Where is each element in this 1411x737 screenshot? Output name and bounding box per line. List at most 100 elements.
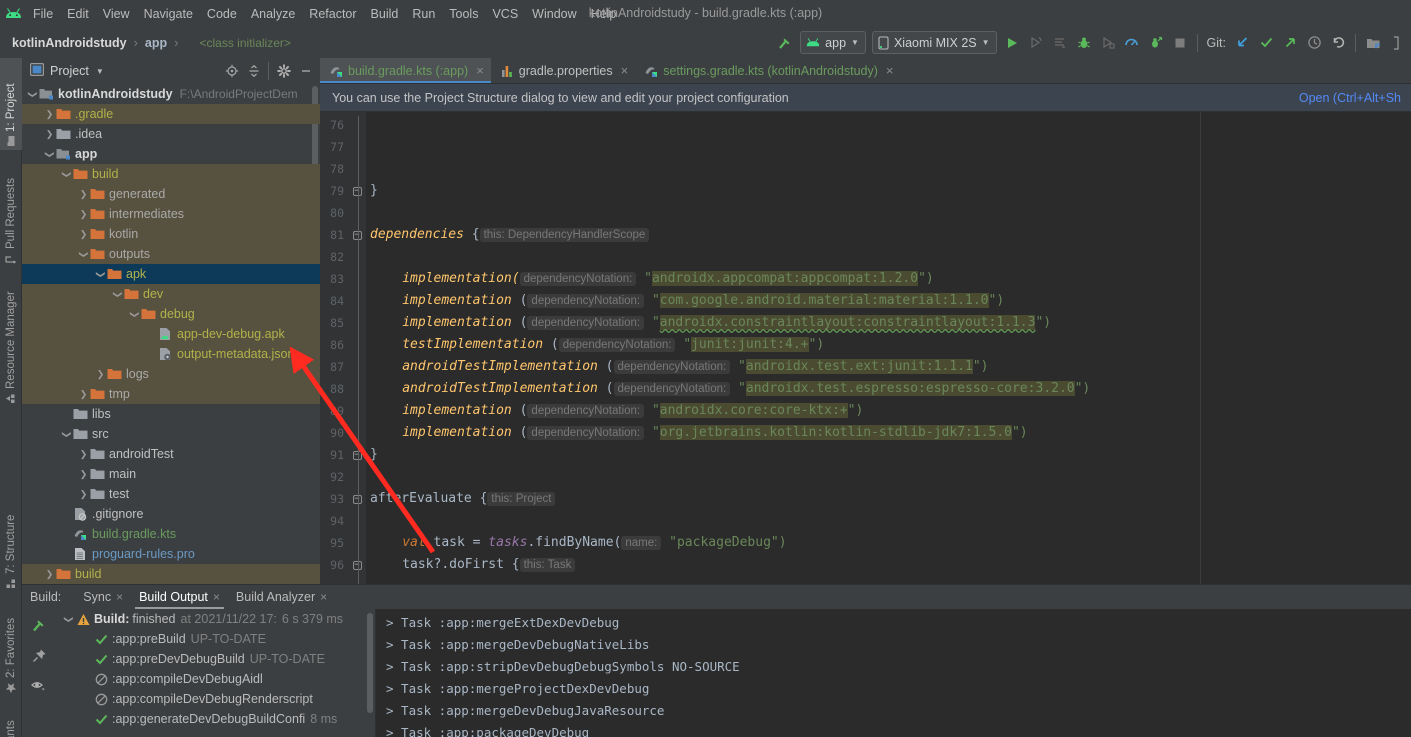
editor-tab[interactable]: settings.gradle.kts (kotlinAndroidstudy)…: [635, 58, 900, 83]
code-line[interactable]: testImplementation (dependencyNotation: …: [370, 334, 824, 356]
code-line[interactable]: afterEvaluate {this: Project: [370, 488, 556, 510]
build-tab[interactable]: Build Output ×: [131, 585, 228, 609]
chevron-down-icon[interactable]: ▼: [89, 67, 104, 76]
tree-row[interactable]: ❯ kotlin: [22, 224, 320, 244]
chevron-down-icon[interactable]: ❯: [129, 308, 140, 321]
code-line[interactable]: implementation (dependencyNotation: "com…: [370, 290, 1004, 312]
stop-button[interactable]: [1168, 31, 1192, 55]
menu-item-view[interactable]: View: [96, 4, 137, 24]
editor-tab[interactable]: gradle.properties ×: [491, 58, 635, 83]
close-icon[interactable]: ×: [116, 590, 123, 604]
sidebar-item-structure[interactable]: 7: Structure: [0, 498, 22, 593]
chevron-right-icon[interactable]: ❯: [77, 449, 90, 460]
tree-row[interactable]: .gitignore: [22, 504, 320, 524]
chevron-down-icon[interactable]: ❯: [63, 613, 74, 626]
editor-tab[interactable]: build.gradle.kts (:app) ×: [320, 58, 491, 83]
build-tree-row[interactable]: ❯ Build: finished at 2021/11/22 17: 6 s 379 …: [56, 609, 375, 629]
build-hammer-icon[interactable]: [773, 31, 797, 55]
notification-open-link[interactable]: Open (Ctrl+Alt+Sh: [1299, 91, 1401, 105]
tree-row[interactable]: ❯ main: [22, 464, 320, 484]
chevron-down-icon[interactable]: ❯: [78, 248, 89, 261]
apply-changes-button[interactable]: [1024, 31, 1048, 55]
code-line[interactable]: androidTestImplementation (dependencyNot…: [370, 378, 1090, 400]
fold-expand-icon[interactable]: −: [351, 554, 363, 576]
apply-code-changes-button[interactable]: [1048, 31, 1072, 55]
fold-collapse-icon[interactable]: −: [351, 444, 363, 466]
menu-item-help[interactable]: Help: [584, 4, 624, 24]
sidebar-item-pull-requests[interactable]: Pull Requests: [0, 158, 22, 268]
close-icon[interactable]: ×: [618, 63, 629, 78]
menu-item-vcs[interactable]: VCS: [485, 4, 525, 24]
menu-item-edit[interactable]: Edit: [60, 4, 96, 24]
chevron-right-icon[interactable]: ❯: [43, 129, 56, 140]
code-line[interactable]: androidTestImplementation (dependencyNot…: [370, 356, 989, 378]
sdk-manager-icon[interactable]: [1385, 31, 1409, 55]
git-commit-button[interactable]: [1254, 31, 1278, 55]
build-tree-row[interactable]: :app:compileDevDebugRenderscript: [56, 689, 375, 709]
menu-item-refactor[interactable]: Refactor: [302, 4, 363, 24]
breadcrumb-project[interactable]: kotlinAndroidstudy: [12, 36, 127, 50]
build-tree-row[interactable]: :app:preBuild UP-TO-DATE: [56, 629, 375, 649]
tree-row[interactable]: ❯ src: [22, 424, 320, 444]
tree-row[interactable]: ❯ kotlinAndroidstudy F:\AndroidProjectDem: [22, 84, 320, 104]
chevron-down-icon[interactable]: ❯: [61, 428, 72, 441]
device-selector[interactable]: Xiaomi MIX 2S ▼: [871, 31, 997, 54]
code-line[interactable]: val task = tasks.findByName(name: "packa…: [370, 532, 787, 554]
fold-expand-icon[interactable]: −: [351, 488, 363, 510]
editor-code[interactable]: } dependencies {this: DependencyHandlerSc…: [366, 112, 1411, 584]
minimize-button[interactable]: [295, 61, 316, 82]
debug-button[interactable]: [1072, 31, 1096, 55]
close-icon[interactable]: ×: [473, 63, 484, 78]
code-line[interactable]: implementation (dependencyNotation: "and…: [370, 400, 863, 422]
build-output-tree[interactable]: ❯ Build: finished at 2021/11/22 17: 6 s 379 …: [56, 609, 376, 737]
chevron-down-icon[interactable]: ❯: [112, 288, 123, 301]
attach-debugger-button[interactable]: [1144, 31, 1168, 55]
tree-row[interactable]: ❯ test: [22, 484, 320, 504]
chevron-down-icon[interactable]: ❯: [44, 148, 55, 161]
code-line[interactable]: implementation (dependencyNotation: "and…: [370, 312, 1051, 334]
collapse-all-button[interactable]: [243, 61, 264, 82]
menu-item-analyze[interactable]: Analyze: [244, 4, 302, 24]
chevron-down-icon[interactable]: ❯: [95, 268, 106, 281]
menu-item-run[interactable]: Run: [405, 4, 442, 24]
code-line[interactable]: implementation (dependencyNotation: "org…: [370, 422, 1028, 444]
chevron-right-icon[interactable]: ❯: [94, 369, 107, 380]
tree-row[interactable]: ❯ .idea: [22, 124, 320, 144]
build-tab[interactable]: Sync ×: [75, 585, 131, 609]
tree-row[interactable]: ❯ tmp: [22, 384, 320, 404]
close-icon[interactable]: ×: [213, 590, 220, 604]
tree-row[interactable]: app-dev-debug.apk: [22, 324, 320, 344]
tree-row[interactable]: ❯ intermediates: [22, 204, 320, 224]
chevron-right-icon[interactable]: ❯: [77, 189, 90, 200]
menu-item-file[interactable]: File: [26, 4, 60, 24]
module-selector[interactable]: app ▼: [800, 31, 866, 54]
gear-icon[interactable]: [273, 61, 294, 82]
close-icon[interactable]: ×: [883, 63, 894, 78]
code-line[interactable]: implementation(dependencyNotation: "andr…: [370, 268, 934, 290]
git-push-button[interactable]: [1278, 31, 1302, 55]
build-tree-row[interactable]: :app:preDevDebugBuild UP-TO-DATE: [56, 649, 375, 669]
chevron-right-icon[interactable]: ❯: [43, 569, 56, 580]
chevron-right-icon[interactable]: ❯: [77, 229, 90, 240]
chevron-down-icon[interactable]: ❯: [61, 168, 72, 181]
tree-row[interactable]: ❯ logs: [22, 364, 320, 384]
tree-row[interactable]: ❯ androidTest: [22, 444, 320, 464]
menu-item-tools[interactable]: Tools: [442, 4, 485, 24]
sidebar-item-resource-manager[interactable]: Resource Manager: [0, 273, 22, 408]
build-tree-row[interactable]: :app:compileDevDebugAidl: [56, 669, 375, 689]
chevron-right-icon[interactable]: ❯: [77, 489, 90, 500]
eye-icon[interactable]: [28, 675, 50, 695]
menu-item-navigate[interactable]: Navigate: [137, 4, 200, 24]
code-line[interactable]: }: [370, 444, 378, 466]
menu-item-window[interactable]: Window: [525, 4, 583, 24]
tree-row[interactable]: ❯ debug: [22, 304, 320, 324]
tree-row[interactable]: proguard-rules.pro: [22, 544, 320, 564]
tree-row[interactable]: ❯ app: [22, 144, 320, 164]
git-rollback-button[interactable]: [1326, 31, 1350, 55]
tree-row[interactable]: ❯ outputs: [22, 244, 320, 264]
chevron-down-icon[interactable]: ❯: [27, 88, 38, 101]
fold-expand-icon[interactable]: −: [351, 224, 363, 246]
profile-button[interactable]: [1120, 31, 1144, 55]
git-update-button[interactable]: [1230, 31, 1254, 55]
chevron-right-icon[interactable]: ❯: [77, 469, 90, 480]
